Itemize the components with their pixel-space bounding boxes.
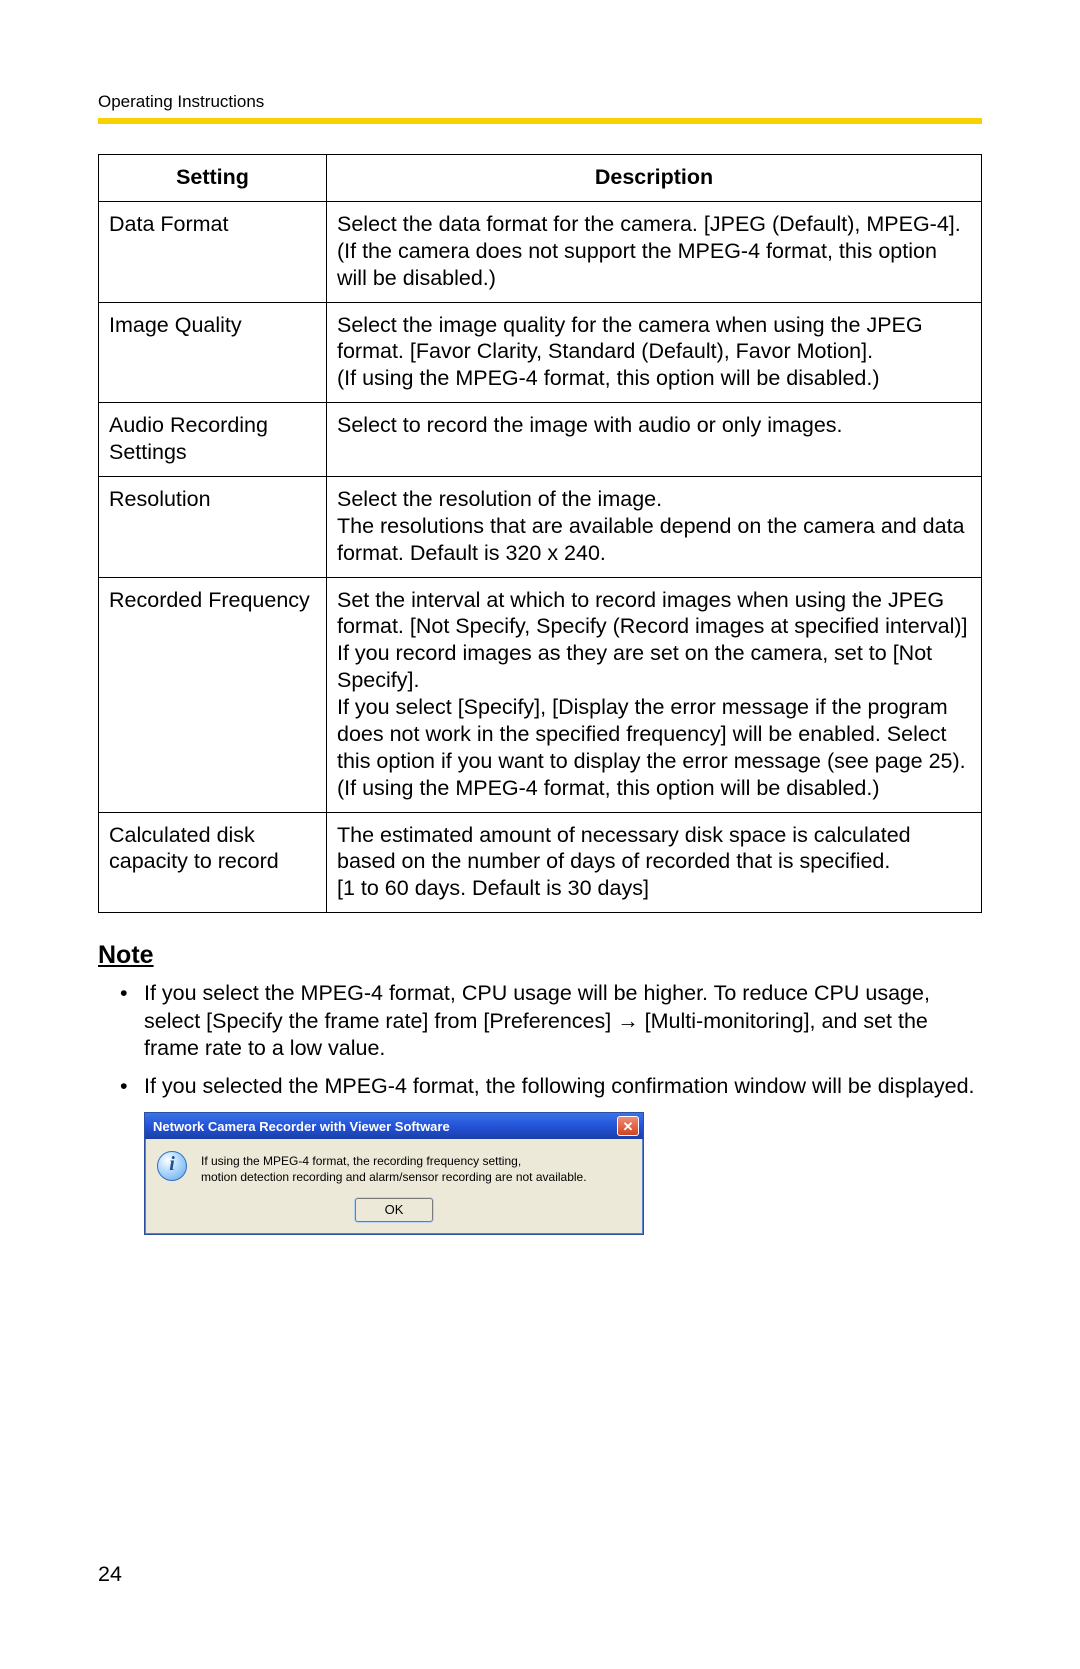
dialog-title: Network Camera Recorder with Viewer Soft… xyxy=(153,1119,617,1134)
cell-setting: Data Format xyxy=(99,201,327,302)
confirmation-dialog: Network Camera Recorder with Viewer Soft… xyxy=(144,1112,644,1234)
table-row: Recorded Frequency Set the interval at w… xyxy=(99,577,982,812)
note-heading: Note xyxy=(98,941,982,970)
dialog-titlebar: Network Camera Recorder with Viewer Soft… xyxy=(145,1113,643,1139)
list-item: If you selected the MPEG-4 format, the f… xyxy=(144,1073,982,1101)
cell-description: The estimated amount of necessary disk s… xyxy=(327,812,982,913)
dialog-message: If using the MPEG-4 format, the recordin… xyxy=(201,1151,587,1185)
cell-description: Select to record the image with audio or… xyxy=(327,403,982,477)
close-button[interactable]: ✕ xyxy=(617,1116,639,1136)
cell-description: Select the image quality for the camera … xyxy=(327,302,982,403)
cell-description: Select the data format for the camera. [… xyxy=(327,201,982,302)
cell-setting: Recorded Frequency xyxy=(99,577,327,812)
ok-button[interactable]: OK xyxy=(355,1198,433,1222)
table-row: Resolution Select the resolution of the … xyxy=(99,476,982,577)
close-icon: ✕ xyxy=(623,1120,634,1133)
note-list: If you select the MPEG-4 format, CPU usa… xyxy=(144,980,982,1100)
col-setting-header: Setting xyxy=(99,155,327,202)
header-rule xyxy=(98,118,982,124)
list-item: If you select the MPEG-4 format, CPU usa… xyxy=(144,980,982,1063)
cell-setting: Calculated disk capacity to record xyxy=(99,812,327,913)
cell-description: Set the interval at which to record imag… xyxy=(327,577,982,812)
table-row: Audio Recording Settings Select to recor… xyxy=(99,403,982,477)
cell-description: Select the resolution of the image. The … xyxy=(327,476,982,577)
cell-setting: Resolution xyxy=(99,476,327,577)
col-description-header: Description xyxy=(327,155,982,202)
header-section-label: Operating Instructions xyxy=(98,92,982,112)
settings-table: Setting Description Data Format Select t… xyxy=(98,154,982,913)
page-number: 24 xyxy=(98,1562,122,1587)
cell-setting: Audio Recording Settings xyxy=(99,403,327,477)
table-row: Data Format Select the data format for t… xyxy=(99,201,982,302)
table-row: Image Quality Select the image quality f… xyxy=(99,302,982,403)
cell-setting: Image Quality xyxy=(99,302,327,403)
info-icon xyxy=(157,1151,187,1181)
table-row: Calculated disk capacity to record The e… xyxy=(99,812,982,913)
